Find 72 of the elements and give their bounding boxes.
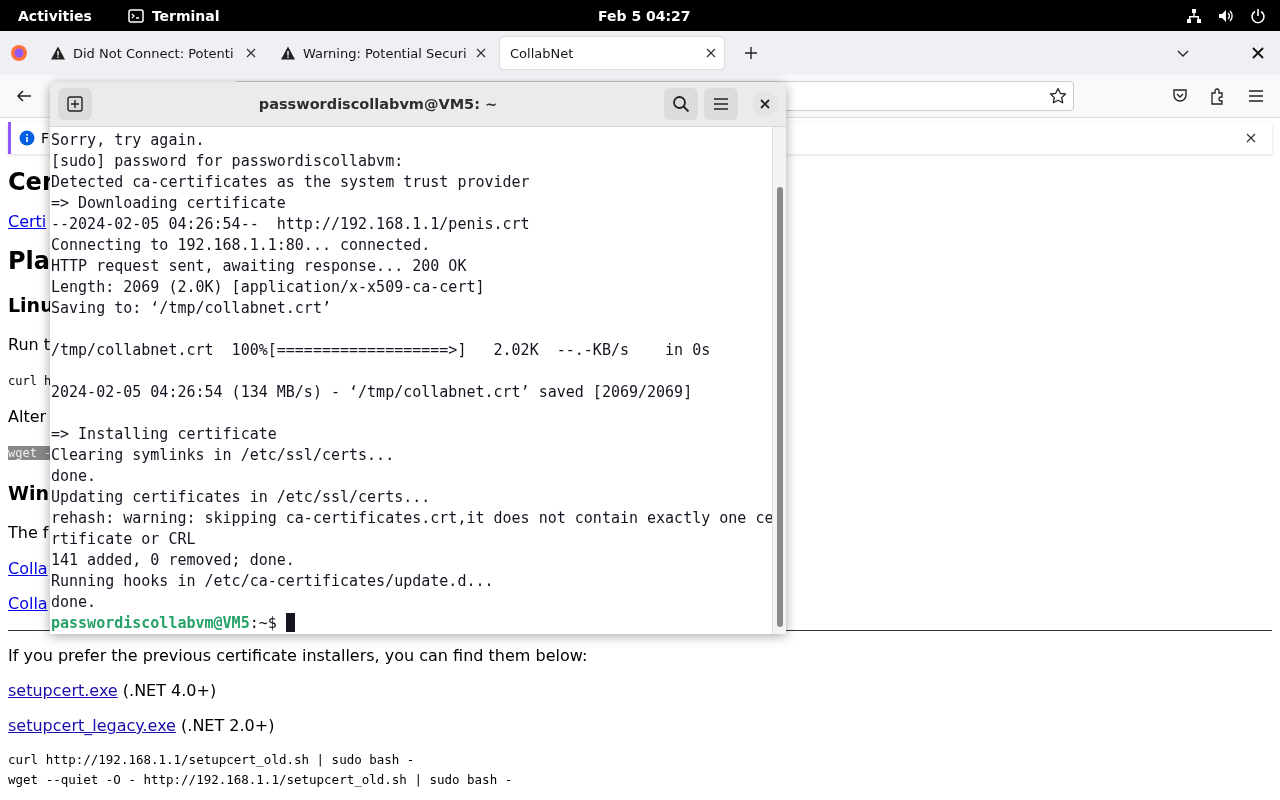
terminal-line: /tmp/collabnet.crt 100%[===================>] 2.02K --.-KB/s in 0s: [51, 340, 712, 361]
terminal-icon: [127, 7, 144, 24]
download-link[interactable]: setupcert.exe: [8, 681, 118, 700]
section-heading: Win: [8, 482, 49, 504]
menu-icon[interactable]: [1248, 89, 1264, 103]
prompt-path: :~$: [249, 614, 277, 632]
terminal-line: HTTP request sent, awaiting response... 200 OK: [51, 256, 468, 277]
page-text: Run t: [8, 335, 51, 354]
search-button[interactable]: [664, 88, 698, 120]
close-icon: [760, 99, 770, 109]
page-text: If you prefer the previous certificate installers, you can find them below:: [8, 645, 589, 666]
page-text: The f: [8, 523, 49, 542]
terminal-line: => Installing certificate: [51, 424, 278, 445]
new-tab-icon: [67, 96, 83, 112]
close-icon[interactable]: [1246, 133, 1256, 143]
page-text: Alter: [8, 407, 47, 426]
terminal-line: [sudo] password for passwordiscollabvm:: [51, 151, 405, 172]
search-icon: [672, 95, 690, 113]
menu-button[interactable]: [704, 88, 738, 120]
page-link[interactable]: Certi: [8, 212, 47, 231]
page-link[interactable]: Colla: [8, 594, 48, 613]
terminal-line: done.: [51, 592, 98, 613]
close-icon[interactable]: [476, 48, 486, 58]
activities-button[interactable]: Activities: [18, 7, 92, 24]
back-icon[interactable]: [16, 88, 32, 104]
page-heading: Pla: [8, 247, 50, 275]
terminal-line: rtificate or CRL: [51, 529, 197, 550]
window-title: passwordiscollabvm@VM5: ~: [257, 96, 499, 112]
power-icon[interactable]: [1250, 7, 1266, 24]
close-icon[interactable]: [246, 48, 256, 58]
code-line: curl h: [8, 374, 52, 388]
pocket-icon[interactable]: [1172, 88, 1188, 104]
terminal-line: Running hooks in /etc/ca-certificates/update.d...: [51, 571, 495, 592]
browser-logo-icon[interactable]: [10, 44, 28, 62]
new-tab-icon[interactable]: [744, 46, 758, 60]
text-cursor: [285, 613, 295, 632]
terminal-line: Saving to: ‘/tmp/collabnet.crt’: [51, 298, 332, 319]
browser-tab[interactable]: Did Not Connect: Potenti: [40, 37, 264, 69]
menu-icon: [713, 97, 729, 111]
scrollbar-thumb[interactable]: [776, 187, 783, 627]
info-icon: [19, 130, 35, 146]
terminal-line: Detected ca-certificates as the system trust provider: [51, 172, 531, 193]
terminal-line: rehash: warning: skipping ca-certificates.crt,it does not contain exactly one ce: [51, 508, 772, 529]
terminal-line: 2024-02-05 04:26:54 (134 MB/s) - ‘/tmp/collabnet.crt’ saved [2069/2069]: [51, 382, 694, 403]
terminal-line: Connecting to 192.168.1.1:80... connected.: [51, 235, 432, 256]
prompt-user: passwordiscollabvm@VM5: [51, 614, 250, 632]
terminal-line: Clearing symlinks in /etc/ssl/certs...: [51, 445, 396, 466]
terminal-line: => Downloading certificate: [51, 193, 287, 214]
new-tab-button[interactable]: [58, 88, 92, 120]
terminal-line: Updating certificates in /etc/ssl/certs...: [51, 487, 432, 508]
code-line: curl http://192.168.1.1/setupcert_old.sh | sudo bash -: [8, 751, 416, 769]
puzzle-icon[interactable]: [1210, 87, 1226, 105]
version-note: (.NET 4.0+): [122, 681, 217, 700]
terminal-line: 141 added, 0 removed; done.: [51, 550, 296, 571]
notification-text: F: [41, 130, 50, 146]
browser-tab[interactable]: Warning: Potential Securi: [270, 37, 494, 69]
close-icon[interactable]: [1252, 47, 1264, 59]
app-menu[interactable]: Terminal: [127, 7, 220, 24]
download-link[interactable]: setupcert_legacy.exe: [8, 716, 176, 735]
browser-tab[interactable]: CollabNet: [500, 37, 724, 69]
code-line: wget --quiet -O - http://192.168.1.1/setupcert_old.sh | sudo bash -: [8, 771, 514, 789]
terminal-line: Length: 2069 (2.0K) [application/x-x509-ca-cert]: [51, 277, 486, 298]
clock[interactable]: Feb 5 04:27: [598, 7, 691, 24]
network-icon[interactable]: [1186, 7, 1202, 24]
terminal-line: done.: [51, 466, 98, 487]
close-icon[interactable]: [706, 48, 716, 58]
terminal-line: Sorry, try again.: [51, 130, 206, 151]
close-button[interactable]: [752, 91, 778, 117]
version-note: (.NET 2.0+): [181, 716, 275, 735]
page-link[interactable]: Colla: [8, 559, 48, 578]
terminal-line: --2024-02-05 04:26:54-- http://192.168.1.1/penis.crt: [51, 214, 531, 235]
star-icon[interactable]: [1049, 87, 1067, 105]
